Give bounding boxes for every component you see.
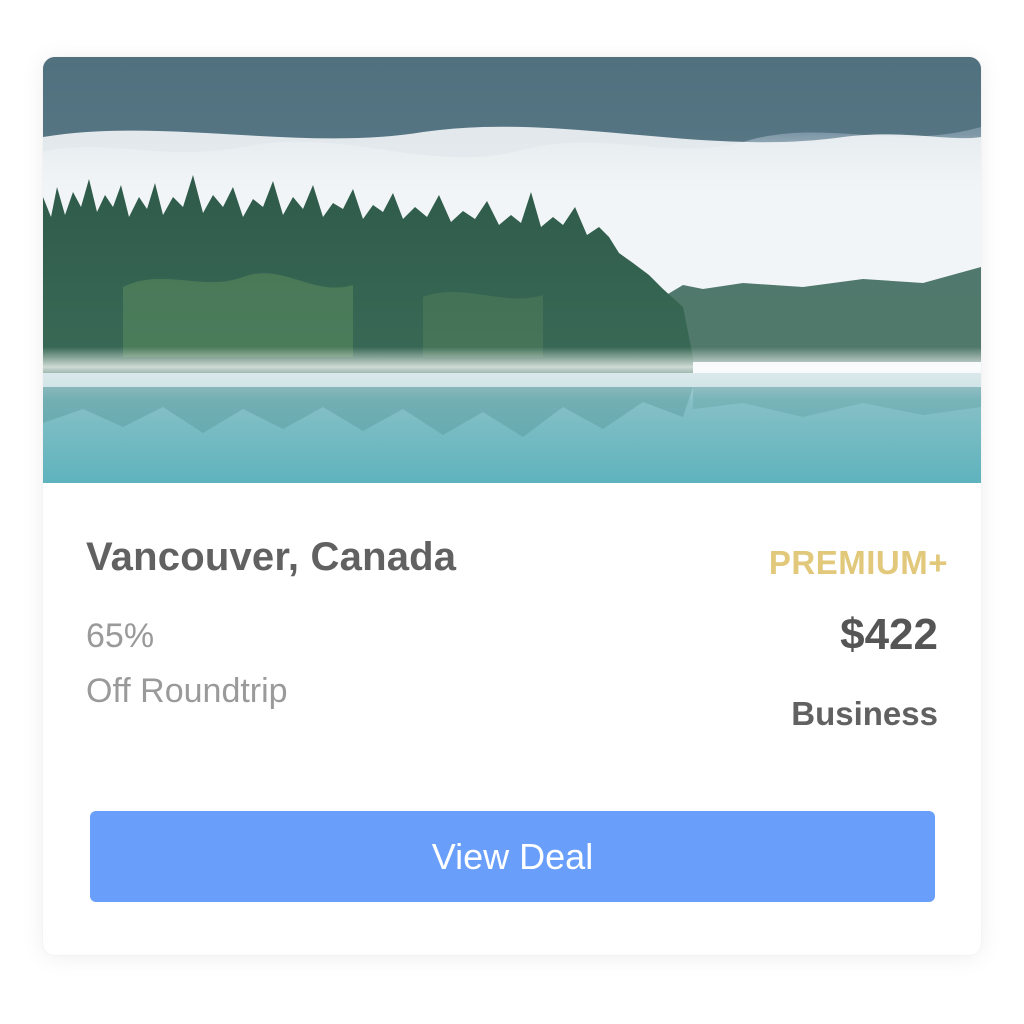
- deal-card[interactable]: Vancouver, Canada PREMIUM+ 65% Off Round…: [43, 57, 981, 955]
- destination-title: Vancouver, Canada: [86, 535, 457, 579]
- destination-photo: [43, 57, 981, 483]
- price: $422: [840, 610, 938, 659]
- discount-note: Off Roundtrip: [86, 672, 288, 710]
- view-deal-button[interactable]: View Deal: [90, 811, 935, 902]
- tier-badge: PREMIUM+: [768, 544, 948, 581]
- discount-percent: 65%: [86, 617, 155, 655]
- cabin-class: Business: [791, 695, 938, 732]
